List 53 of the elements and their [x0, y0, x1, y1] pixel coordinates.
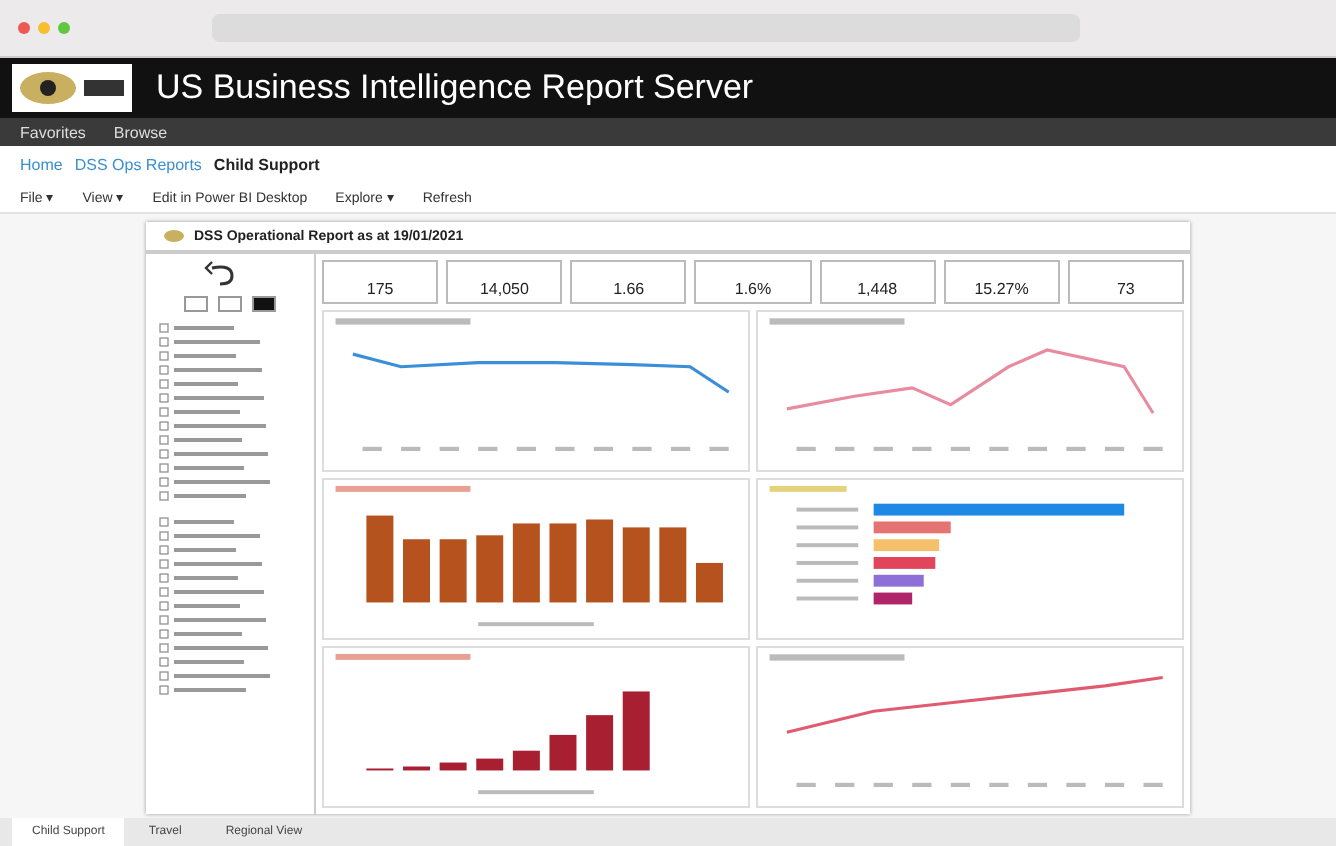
chart-bar [622, 527, 650, 603]
blurred-category-label [796, 578, 859, 583]
chart-bar [549, 523, 577, 603]
chart-bar [476, 758, 504, 771]
chart-bar [873, 521, 951, 534]
chart-bar [403, 766, 430, 771]
chart-bar [873, 574, 924, 587]
blurred-legend [478, 790, 594, 795]
blurred-chart-title [335, 318, 471, 325]
slicer-toggle[interactable] [218, 296, 242, 312]
chart-bar [403, 539, 430, 603]
breadcrumb-link[interactable]: Child Support [213, 156, 320, 174]
chart-bar [622, 691, 650, 771]
header-title: US Business Intelligence Report Server [156, 68, 754, 108]
blurred-category-label [796, 525, 859, 530]
kpi-card: 73 [1067, 260, 1184, 304]
window-controls-icon[interactable] [16, 20, 76, 36]
kpi-card: 1,448 [819, 260, 936, 304]
chart-bar [586, 715, 614, 771]
kpi-card: 1.66 [570, 260, 687, 304]
blurred-category-label [796, 596, 859, 601]
blurred-chart-title [335, 485, 471, 492]
kpi-card: 14,050 [446, 260, 563, 304]
chart-bar [512, 750, 540, 771]
chart-bar [439, 762, 467, 771]
blurred-category-label [796, 543, 859, 548]
blurred-chart-title [769, 318, 905, 325]
chart-bar [476, 535, 504, 603]
chart-bar [366, 515, 394, 603]
nav-link[interactable]: Browse [113, 123, 168, 141]
slicer-toggle[interactable] [184, 296, 208, 312]
chart-bar [586, 519, 614, 603]
slicer-toggle[interactable] [252, 296, 276, 312]
breadcrumb-link[interactable]: DSS Ops Reports [74, 156, 202, 174]
blurred-category-label [796, 507, 859, 512]
chart-bar [439, 539, 467, 603]
chart-bar [873, 539, 940, 552]
blurred-legend [478, 622, 594, 627]
chart-bar [873, 557, 936, 569]
chart-bar [873, 592, 913, 605]
nav-link[interactable]: Favorites [20, 123, 86, 141]
kpi-card: 175 [322, 260, 439, 304]
kpi-card: 15.27% [943, 260, 1060, 304]
eye-logo-icon [12, 64, 132, 112]
chart-bar [512, 523, 540, 603]
eye-logo-icon [162, 228, 186, 244]
kpi-card: 1.6% [694, 260, 812, 304]
chart-bar [659, 527, 687, 603]
chart-bar [695, 562, 723, 603]
blurred-chart-title [769, 485, 847, 492]
chart-bar [549, 734, 577, 771]
blurred-chart-title [769, 654, 905, 661]
blurred-chart-title [335, 653, 471, 660]
